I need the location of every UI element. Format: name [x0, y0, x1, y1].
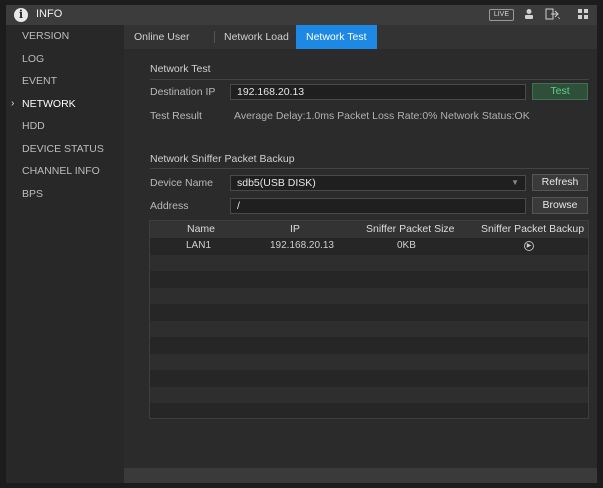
row-name: LAN1: [186, 240, 212, 251]
tab-network-test[interactable]: Network Test: [296, 25, 377, 49]
info-icon: i: [14, 8, 28, 22]
row-packet-size: 0KB: [397, 240, 416, 251]
title-bar: i INFO LIVE: [6, 5, 597, 25]
grid-icon[interactable]: [578, 8, 589, 23]
sidebar-item-network[interactable]: › NETWORK: [6, 93, 124, 116]
tab-network-load[interactable]: Network Load: [214, 25, 299, 49]
table-row[interactable]: LAN1 192.168.20.13 0KB ▶: [150, 238, 588, 255]
chevron-down-icon: ▼: [511, 178, 519, 187]
play-circle-icon[interactable]: ▶: [524, 241, 534, 251]
table-row: [150, 271, 588, 288]
user-icon[interactable]: [524, 8, 534, 23]
sidebar-item-label: HDD: [22, 120, 45, 132]
tab-bar: Online User Network Load Network Test: [124, 25, 597, 49]
sidebar-item-version[interactable]: VERSION: [6, 25, 124, 48]
sidebar-item-label: VERSION: [22, 30, 70, 42]
tab-online-user[interactable]: Online User: [124, 25, 199, 49]
table-header: Name IP Sniffer Packet Size Sniffer Pack…: [150, 221, 588, 238]
sidebar-item-label: EVENT: [22, 75, 58, 87]
sidebar: VERSION LOG EVENT › NETWORK HDD DEVICE S…: [6, 25, 124, 483]
column-header-packet-size: Sniffer Packet Size: [366, 223, 455, 235]
main-panel: Online User Network Load Network Test Ne…: [124, 25, 597, 483]
table-row: [150, 403, 588, 418]
sidebar-item-hdd[interactable]: HDD: [6, 115, 124, 138]
section-divider: [150, 79, 589, 80]
sniffer-section-title: Network Sniffer Packet Backup: [150, 153, 295, 165]
table-row: [150, 386, 588, 403]
table-row: [150, 370, 588, 387]
column-header-packet-backup: Sniffer Packet Backup: [481, 223, 585, 235]
live-button[interactable]: LIVE: [488, 9, 514, 21]
address-label: Address: [150, 200, 189, 212]
sidebar-item-device-status[interactable]: DEVICE STATUS: [6, 138, 124, 161]
logout-icon[interactable]: [545, 8, 561, 23]
table-row: [150, 353, 588, 370]
device-name-label: Device Name: [150, 177, 214, 189]
browse-button[interactable]: Browse: [532, 197, 588, 214]
test-button[interactable]: Test: [532, 83, 588, 100]
sniffer-table: Name IP Sniffer Packet Size Sniffer Pack…: [149, 220, 589, 419]
test-result-value: Average Delay:1.0ms Packet Loss Rate:0% …: [234, 110, 530, 122]
destination-ip-input[interactable]: 192.168.20.13: [230, 84, 526, 100]
table-row: [150, 304, 588, 321]
table-row: [150, 320, 588, 337]
page-title: INFO: [36, 8, 63, 20]
table-row: [150, 337, 588, 354]
sidebar-item-label: BPS: [22, 187, 44, 200]
bottom-bar: [124, 468, 597, 483]
sidebar-item-label: CHANNEL INFO: [22, 165, 100, 177]
sidebar-item-event[interactable]: EVENT: [6, 70, 124, 93]
sidebar-item-log[interactable]: LOG: [6, 48, 124, 71]
network-test-section-title: Network Test: [150, 63, 211, 75]
device-name-dropdown[interactable]: sdb5(USB DISK) ▼: [230, 175, 526, 191]
sidebar-item-label: NETWORK: [22, 97, 76, 110]
section-divider: [150, 168, 589, 169]
sidebar-item-label: LOG: [22, 52, 45, 65]
table-row: [150, 254, 588, 271]
refresh-button[interactable]: Refresh: [532, 174, 588, 191]
sidebar-item-channel-info[interactable]: CHANNEL INFO: [6, 160, 124, 183]
address-input[interactable]: /: [230, 198, 526, 214]
row-ip: 192.168.20.13: [270, 240, 334, 251]
test-result-label: Test Result: [150, 110, 202, 122]
chevron-right-icon: ›: [11, 97, 15, 109]
sidebar-item-bps[interactable]: BPS: [6, 183, 124, 206]
device-name-value: sdb5(USB DISK): [237, 177, 316, 189]
table-row: [150, 287, 588, 304]
column-header-name: Name: [187, 223, 216, 235]
destination-ip-label: Destination IP: [150, 86, 216, 98]
sidebar-item-label: DEVICE STATUS: [22, 142, 104, 155]
column-header-ip: IP: [290, 223, 300, 235]
